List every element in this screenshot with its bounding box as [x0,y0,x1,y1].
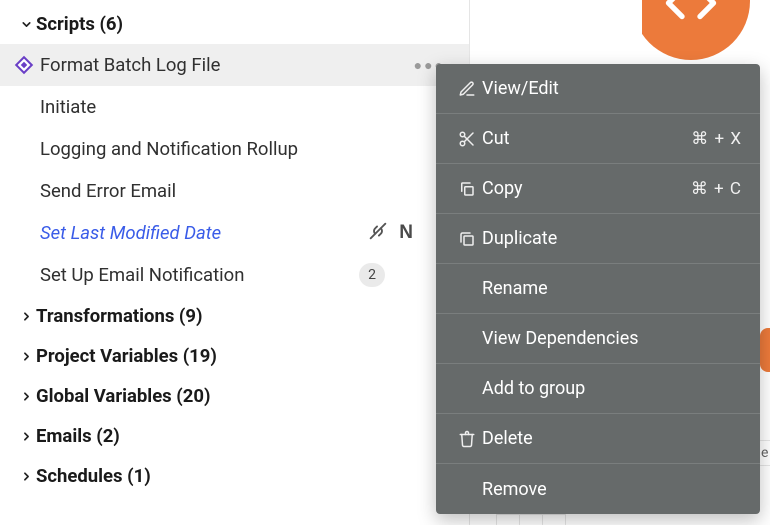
chevron-right-icon [16,390,36,403]
bg-mini-cells [496,514,565,525]
bg-orange-circle [642,0,762,72]
section-collapsed[interactable]: Emails (2) [0,416,469,456]
menu-copy[interactable]: Copy ⌘ + C [436,164,760,214]
tree-item[interactable]: Set Up Email Notification 2 [0,254,469,296]
menu-view-edit[interactable]: View/Edit [436,64,760,114]
context-menu: View/Edit Cut ⌘ + X Copy ⌘ + C Duplicate… [436,64,760,514]
section-collapsed[interactable]: Global Variables (20) [0,376,469,416]
section-scripts[interactable]: Scripts (6) [0,4,469,44]
tree-item-label: Format Batch Log File [40,54,469,76]
section-collapsed[interactable]: Schedules (1) [0,456,469,496]
blank-icon [452,480,482,498]
menu-label: Rename [482,278,742,299]
unlinked-icon [367,220,389,247]
menu-delete[interactable]: Delete [436,414,760,464]
menu-rename[interactable]: Rename [436,264,760,314]
section-label: Schedules (1) [36,465,151,487]
menu-label: Delete [482,428,742,449]
section-label: Global Variables (20) [36,385,210,407]
scissors-icon [452,130,482,148]
trash-icon [452,430,482,448]
section-collapsed[interactable]: Transformations (9) [0,296,469,336]
copy-icon [452,180,482,198]
menu-view-deps[interactable]: View Dependencies [436,314,760,364]
tree-panel: Scripts (6) Format Batch Log File ●●● In… [0,0,470,525]
code-icon [664,0,718,35]
blank-icon [452,280,482,298]
menu-add-group[interactable]: Add to group [436,364,760,414]
bg-orange-peek [760,328,770,372]
blank-icon [452,380,482,398]
tree-item-label: Send Error Email [40,180,469,202]
section-collapsed[interactable]: Project Variables (19) [0,336,469,376]
menu-label: Add to group [482,378,742,399]
section-label: Project Variables (19) [36,345,217,367]
script-icon [8,54,40,76]
menu-duplicate[interactable]: Duplicate [436,214,760,264]
tree-item-selected[interactable]: Format Batch Log File ●●● [0,44,469,86]
menu-label: View/Edit [482,78,742,99]
section-label: Emails (2) [36,425,120,447]
section-label: Scripts (6) [36,13,123,35]
count-badge: 2 [359,263,385,287]
duplicate-icon [452,230,482,248]
menu-label: Duplicate [482,228,742,249]
tree-item[interactable]: Initiate [0,86,469,128]
menu-label: Cut [482,128,691,149]
menu-shortcut: ⌘ + C [691,179,742,199]
tree-item-unlinked[interactable]: Set Last Modified Date N [0,212,469,254]
chevron-right-icon [16,350,36,363]
notes-indicator: N [399,222,413,244]
menu-remove[interactable]: Remove [436,464,760,514]
chevron-down-icon [16,18,36,31]
menu-cut[interactable]: Cut ⌘ + X [436,114,760,164]
tree-item[interactable]: Send Error Email [0,170,469,212]
tree-item[interactable]: Logging and Notification Rollup [0,128,469,170]
chevron-right-icon [16,310,36,323]
chevron-right-icon [16,430,36,443]
section-label: Transformations (9) [36,305,203,327]
menu-shortcut: ⌘ + X [691,129,742,149]
pencil-icon [452,80,482,98]
tree-item-label: Logging and Notification Rollup [40,138,469,160]
tree-item-label: Set Up Email Notification [40,264,469,286]
chevron-right-icon [16,470,36,483]
blank-icon [452,330,482,348]
menu-label: View Dependencies [482,328,742,349]
tree-item-label: Initiate [40,96,469,118]
menu-label: Remove [482,479,742,500]
menu-label: Copy [482,178,691,199]
